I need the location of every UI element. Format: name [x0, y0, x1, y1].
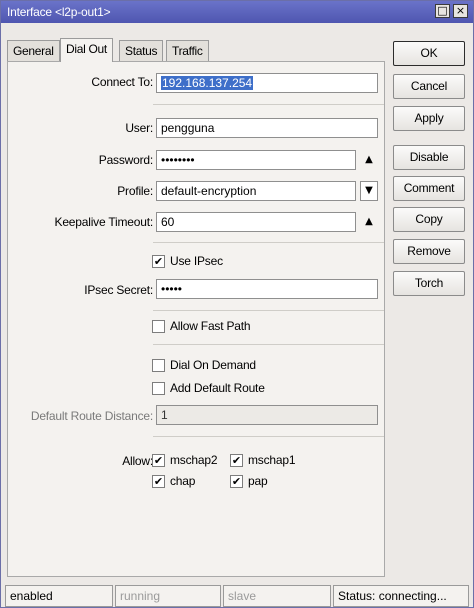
password-label: Password:	[98, 153, 153, 167]
tab-traffic[interactable]: Traffic	[166, 40, 209, 61]
connect-to-value: 192.168.137.254	[161, 76, 254, 90]
window-title: Interface <l2p-out1>	[7, 5, 111, 19]
close-icon[interactable]: ×	[453, 4, 468, 18]
allow-mschap1-label: mschap1	[248, 453, 296, 467]
use-ipsec-label: Use IPsec	[170, 254, 223, 268]
connect-to-input[interactable]: 192.168.137.254	[156, 73, 378, 93]
copy-button[interactable]: Copy	[393, 207, 465, 232]
add-default-route-label: Add Default Route	[170, 381, 265, 395]
allow-mschap2-label: mschap2	[170, 453, 218, 467]
ok-button[interactable]: OK	[393, 41, 465, 66]
status-connection: Status: connecting...	[333, 585, 469, 607]
ipsec-secret-input[interactable]: •••••	[156, 279, 378, 299]
tab-general[interactable]: General	[7, 40, 60, 61]
password-input[interactable]: ••••••••	[156, 150, 356, 170]
allow-fast-path-label: Allow Fast Path	[170, 319, 251, 333]
password-collapse-icon[interactable]: ▲	[360, 150, 378, 170]
profile-dropdown-icon[interactable]: ▼	[360, 181, 378, 201]
comment-button[interactable]: Comment	[393, 176, 465, 201]
allow-chap-label: chap	[170, 474, 196, 488]
dial-on-demand-label: Dial On Demand	[170, 358, 256, 372]
torch-button[interactable]: Torch	[393, 271, 465, 296]
default-route-distance-input[interactable]: 1	[156, 405, 378, 425]
maximize-icon[interactable]: □	[435, 4, 450, 18]
apply-button[interactable]: Apply	[393, 106, 465, 131]
keepalive-timeout-input[interactable]: 60	[156, 212, 356, 232]
dial-out-panel: Connect To: 192.168.137.254 User: penggu…	[7, 61, 385, 577]
keepalive-collapse-icon[interactable]: ▲	[360, 212, 378, 232]
dial-on-demand-checkbox[interactable]	[152, 359, 165, 372]
allow-mschap1-checkbox[interactable]: ✔	[230, 454, 243, 467]
default-route-distance-label: Default Route Distance:	[30, 409, 153, 423]
status-enabled: enabled	[5, 585, 113, 607]
allow-mschap2-checkbox[interactable]: ✔	[152, 454, 165, 467]
separator	[153, 344, 384, 345]
use-ipsec-checkbox[interactable]: ✔	[152, 255, 165, 268]
separator	[153, 242, 384, 243]
allow-pap-checkbox[interactable]: ✔	[230, 475, 243, 488]
tab-status[interactable]: Status	[119, 40, 164, 61]
allow-chap-checkbox[interactable]: ✔	[152, 475, 165, 488]
allow-fast-path-checkbox[interactable]	[152, 320, 165, 333]
profile-label: Profile:	[117, 184, 153, 198]
keepalive-timeout-label: Keepalive Timeout:	[54, 215, 154, 229]
separator	[153, 310, 384, 311]
add-default-route-checkbox[interactable]	[152, 382, 165, 395]
user-label: User:	[125, 121, 153, 135]
status-slave: slave	[223, 585, 331, 607]
remove-button[interactable]: Remove	[393, 239, 465, 264]
connect-to-label: Connect To:	[91, 75, 153, 89]
allow-label: Allow:	[122, 454, 153, 468]
profile-select[interactable]: default-encryption	[156, 181, 356, 201]
user-input[interactable]: pengguna	[156, 118, 378, 138]
interface-window: Interface <l2p-out1> □ × General Dial Ou…	[0, 0, 474, 608]
separator	[153, 436, 384, 437]
disable-button[interactable]: Disable	[393, 145, 465, 170]
allow-pap-label: pap	[248, 474, 268, 488]
cancel-button[interactable]: Cancel	[393, 74, 465, 99]
title-bar[interactable]: Interface <l2p-out1> □ ×	[1, 1, 473, 23]
tab-dial-out[interactable]: Dial Out	[60, 38, 113, 62]
ipsec-secret-label: IPsec Secret:	[84, 283, 153, 297]
separator	[153, 104, 384, 105]
status-running: running	[115, 585, 221, 607]
